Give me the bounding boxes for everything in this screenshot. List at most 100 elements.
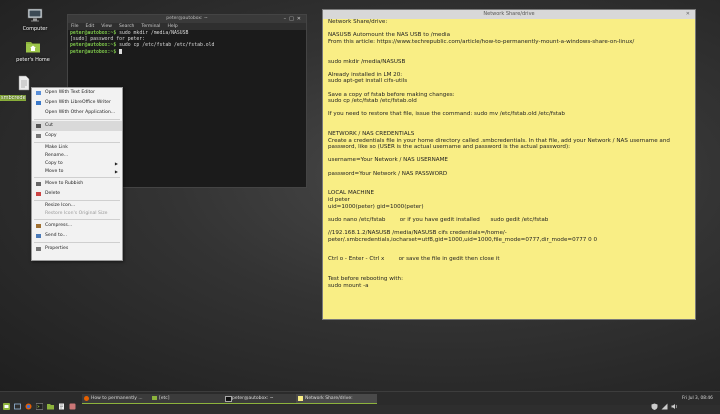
- context-menu-item-label: Open With Text Editor: [45, 90, 95, 95]
- compress-icon: [36, 224, 41, 228]
- taskbar-window-note[interactable]: Network Share/drive:: [296, 394, 377, 404]
- clock[interactable]: Fri Jul 3, 08:46: [682, 394, 720, 403]
- window-controls[interactable]: ✕: [686, 10, 693, 19]
- maximize-icon[interactable]: □: [289, 16, 297, 22]
- terminal-menubar: File Edit View Search Terminal Help: [68, 23, 306, 30]
- context-menu-item-cut[interactable]: Cut: [32, 121, 122, 131]
- menu-icon[interactable]: [3, 395, 10, 410]
- cut-icon: [36, 124, 41, 128]
- window-controls[interactable]: –□✕: [284, 15, 304, 23]
- context-menu-item-label: Resize Icon...: [45, 203, 76, 208]
- context-menu-item-restore-icon-s-original-size: Restore Icon's Original Size: [32, 210, 122, 218]
- taskbar-window-label: peter@autobox: ~: [232, 396, 274, 401]
- context-menu-item-delete[interactable]: Delete: [32, 189, 122, 199]
- writer-icon: [36, 101, 41, 105]
- terminal-output[interactable]: peter@autobox:~$ sudo mkdir /media/NASUS…: [68, 30, 306, 57]
- context-menu-item-label: Move to: [45, 169, 64, 174]
- computer-icon: [27, 8, 43, 22]
- desktop-icon-label: Computer: [22, 26, 48, 32]
- chevron-right-icon: ▶: [114, 169, 118, 174]
- context-menu-item-label: Copy: [45, 133, 57, 138]
- context-menu-item-label: Open With Other Application...: [45, 110, 116, 115]
- note-window[interactable]: Network Share/drive ✕ Network Share/driv…: [322, 9, 696, 320]
- terminal-icon[interactable]: [35, 395, 44, 410]
- trash-icon: [36, 182, 41, 186]
- browser-icon[interactable]: [25, 395, 32, 410]
- context-menu-item-resize-icon[interactable]: Resize Icon...: [32, 202, 122, 210]
- context-menu-item-move-to-rubbish[interactable]: Move to Rubbish: [32, 179, 122, 189]
- menu-view[interactable]: View: [101, 24, 112, 29]
- terminal-titlebar[interactable]: peter@autobox: ~ –□✕: [68, 15, 306, 23]
- text-editor-icon[interactable]: [58, 395, 65, 410]
- volume-icon[interactable]: [671, 395, 678, 409]
- close-icon[interactable]: ✕: [686, 11, 693, 17]
- context-menu-item-open-with-libreoffice-writer[interactable]: Open With LibreOffice Writer: [32, 98, 122, 108]
- terminal-icon: [225, 396, 232, 402]
- note-title: Network Share/drive: [483, 11, 535, 17]
- browser-icon: [84, 396, 89, 401]
- desktop-icon-computer[interactable]: Computer: [11, 8, 59, 32]
- desktop-icon-home[interactable]: peter's Home: [9, 39, 57, 63]
- menu-help[interactable]: Help: [167, 24, 177, 29]
- terminal-title: peter@autobox: ~: [166, 16, 208, 21]
- menu-terminal[interactable]: Terminal: [141, 24, 160, 29]
- taskbar: How to permanently ... [etc] peter@autob…: [0, 391, 720, 410]
- taskbar-window-label: Network Share/drive:: [305, 396, 353, 401]
- menu-separator: [34, 119, 120, 120]
- context-menu-item-label: Move to Rubbish: [45, 181, 84, 186]
- context-menu-item-open-with-other-application[interactable]: Open With Other Application...: [32, 108, 122, 118]
- context-menu-item-label: Delete: [45, 191, 61, 196]
- desktop-icon-label: smbcredentials: [0, 95, 26, 101]
- menu-separator: [34, 142, 120, 143]
- menu-edit[interactable]: Edit: [86, 24, 95, 29]
- context-menu-item-send-to[interactable]: Send to...: [32, 231, 122, 241]
- text-file-icon: [18, 75, 30, 91]
- network-icon[interactable]: [661, 395, 668, 410]
- note-icon: [298, 396, 303, 401]
- context-menu-item-label: Open With LibreOffice Writer: [45, 100, 111, 105]
- app-icon[interactable]: [69, 395, 76, 410]
- context-menu-item-label: Copy to: [45, 161, 63, 166]
- show-desktop-icon[interactable]: [14, 395, 21, 410]
- context-menu-item-make-link[interactable]: Make Link: [32, 144, 122, 152]
- copy-icon: [36, 134, 41, 138]
- context-menu-item-rename[interactable]: Rename...: [32, 152, 122, 160]
- context-menu-item-label: Rename...: [45, 153, 69, 158]
- chevron-right-icon: ▶: [114, 161, 118, 166]
- taskbar-window-label: How to permanently ...: [91, 396, 143, 401]
- menu-separator: [34, 219, 120, 220]
- shield-icon[interactable]: [651, 395, 658, 410]
- context-menu-item-label: Restore Icon's Original Size: [45, 211, 108, 216]
- menu-separator: [34, 200, 120, 201]
- desktop-icon-label: peter's Home: [16, 57, 50, 63]
- context-menu-item-label: Make Link: [45, 145, 68, 150]
- context-menu-item-label: Properties: [45, 246, 69, 251]
- terminal-line: peter@autobox:~$: [70, 49, 304, 56]
- taskbar-window-etc[interactable]: [etc]: [150, 394, 229, 404]
- menu-search[interactable]: Search: [119, 24, 134, 29]
- context-menu: Open With Text Editor Open With LibreOffi…: [31, 87, 123, 261]
- files-icon[interactable]: [47, 395, 54, 410]
- context-menu-item-label: Cut: [45, 123, 53, 128]
- note-text[interactable]: Network Share/drive: NASUSB Automount th…: [323, 19, 695, 289]
- home-folder-icon: [26, 42, 40, 53]
- context-menu-item-label: Send to...: [45, 233, 67, 238]
- properties-icon: [36, 247, 41, 251]
- menu-file[interactable]: File: [71, 24, 79, 29]
- note-titlebar[interactable]: Network Share/drive ✕: [323, 10, 695, 19]
- taskbar-window-terminal[interactable]: peter@autobox: ~: [223, 394, 302, 404]
- taskbar-window-browser[interactable]: How to permanently ...: [82, 394, 155, 404]
- context-menu-item-compress[interactable]: Compress...: [32, 221, 122, 231]
- close-icon[interactable]: ✕: [297, 16, 304, 22]
- delete-icon: [36, 192, 41, 196]
- send-icon: [36, 234, 41, 238]
- terminal-cursor: [119, 49, 123, 54]
- folder-icon: [152, 396, 157, 400]
- taskbar-window-label: [etc]: [159, 396, 170, 401]
- context-menu-item-move-to[interactable]: Move to ▶: [32, 168, 122, 176]
- context-menu-item-copy[interactable]: Copy: [32, 131, 122, 141]
- menu-separator: [34, 177, 120, 178]
- context-menu-item-copy-to[interactable]: Copy to ▶: [32, 160, 122, 168]
- context-menu-item-open-with-text-editor[interactable]: Open With Text Editor: [32, 88, 122, 98]
- context-menu-item-properties[interactable]: Properties: [32, 244, 122, 254]
